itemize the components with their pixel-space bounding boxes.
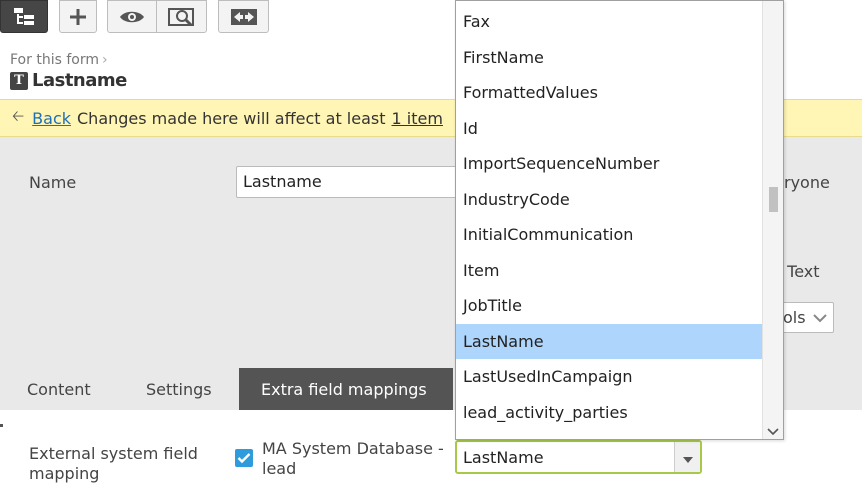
option-item[interactable]: FormattedValues	[456, 75, 763, 110]
breadcrumb-parent[interactable]: For this form	[10, 52, 99, 68]
option-item[interactable]: lead_activity_parties	[456, 395, 763, 430]
page-title-row: T Lastname	[10, 70, 127, 91]
chevron-right-icon: ›	[101, 52, 108, 68]
combobox-value[interactable]: LastName	[457, 448, 674, 467]
option-item[interactable]: Fax	[456, 4, 763, 39]
search-preview-button[interactable]	[156, 0, 207, 33]
option-item[interactable]: JobTitle	[456, 288, 763, 323]
option-item[interactable]: ImportSequenceNumber	[456, 146, 763, 181]
name-input[interactable]: Lastname	[236, 166, 466, 198]
back-link[interactable]: Back	[32, 109, 71, 128]
option-item[interactable]: InitialCommunication	[456, 217, 763, 252]
scrollbar-thumb[interactable]	[769, 187, 778, 212]
mapping-checkbox-label: MA System Database - lead	[262, 439, 444, 478]
add-icon	[68, 7, 88, 27]
mapping-checkbox[interactable]	[235, 449, 253, 467]
option-item[interactable]: FirstName	[456, 40, 763, 75]
access-label-partial: ryone	[784, 173, 830, 192]
tab-label: Extra field mappings	[261, 379, 427, 399]
tools-select-value: ols	[783, 308, 806, 327]
tab-label: Content	[27, 379, 91, 399]
divider-mark	[0, 424, 3, 427]
combobox-toggle[interactable]	[674, 442, 700, 472]
tab-extra-field-mappings[interactable]: Extra field mappings	[239, 368, 453, 410]
scroll-up-icon[interactable]: ^	[768, 1, 777, 8]
mapping-label: External system field mapping	[29, 444, 198, 483]
field-options-dropdown: Fax FirstName FormattedValues Id ImportS…	[455, 0, 784, 440]
option-item[interactable]: Id	[456, 111, 763, 146]
tree-view-icon	[13, 7, 35, 27]
notice-message: Changes made here will affect at least	[77, 108, 386, 128]
affected-items-link[interactable]: 1 item	[392, 109, 443, 128]
tab-settings[interactable]: Settings	[124, 368, 234, 410]
tab-label: Settings	[146, 379, 212, 399]
option-item[interactable]: IndustryCode	[456, 182, 763, 217]
preview-icon	[119, 9, 145, 25]
dropdown-scrollbar[interactable]: ^	[762, 1, 783, 439]
breadcrumb: For this form ›	[10, 52, 108, 68]
compare-icon	[230, 8, 258, 26]
checkmark-icon	[237, 449, 251, 468]
arrow-left-icon: 🡠	[12, 106, 25, 125]
tree-view-button[interactable]	[0, 0, 48, 33]
text-type-icon: T	[10, 71, 28, 90]
option-item-selected[interactable]: LastName	[456, 324, 763, 359]
chevron-down-icon	[813, 308, 827, 327]
field-mapping-combobox[interactable]: LastName	[455, 440, 702, 474]
option-item[interactable]: LastUsedInCampaign	[456, 359, 763, 394]
caret-down-icon	[682, 448, 693, 467]
compare-button[interactable]	[218, 0, 269, 33]
add-button[interactable]	[59, 0, 97, 33]
page-title: Lastname	[32, 70, 127, 91]
scroll-down-icon[interactable]	[767, 421, 779, 439]
preview-button[interactable]	[107, 0, 157, 33]
option-item[interactable]: Item	[456, 253, 763, 288]
name-label: Name	[29, 173, 77, 192]
search-preview-icon	[167, 7, 196, 27]
tab-content[interactable]: Content	[5, 368, 113, 410]
